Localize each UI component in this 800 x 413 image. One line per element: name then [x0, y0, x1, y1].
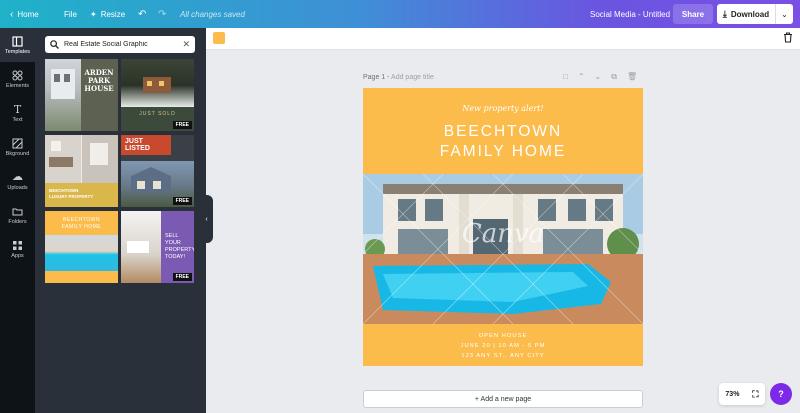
- download-icon: ⤓: [722, 8, 727, 19]
- collapse-panel-button[interactable]: ‹: [200, 195, 213, 243]
- template-text: TODAY!: [165, 254, 185, 260]
- template-text: SELL: [165, 233, 179, 239]
- delete-icon[interactable]: [783, 32, 793, 46]
- resize-button[interactable]: ✦ Resize: [90, 0, 125, 28]
- delete-page-icon[interactable]: 🗑: [627, 72, 637, 82]
- house-photo: [45, 59, 81, 131]
- rail-item-uploads[interactable]: ☁ Uploads: [0, 164, 35, 198]
- redo-button[interactable]: ↷: [158, 0, 166, 28]
- page-tools: □ ⌃ ⌄ ⧉ 🗑: [563, 72, 637, 82]
- info-line-1[interactable]: OPEN HOUSE: [363, 333, 643, 339]
- template-thumbnail[interactable]: JUST LISTED FREE: [121, 135, 194, 207]
- search-icon: [50, 40, 59, 49]
- template-thumbnail[interactable]: SELL YOUR PROPERTY TODAY! FREE: [121, 211, 194, 283]
- title-line-2[interactable]: FAMILY HOME: [363, 143, 643, 161]
- template-text: FAMILY HOME: [61, 224, 102, 230]
- rail-item-templates[interactable]: Templates: [0, 28, 35, 62]
- template-thumbnail[interactable]: BEECHTOWN FAMILY HOME: [45, 211, 118, 283]
- fullscreen-icon[interactable]: ⛶: [752, 389, 758, 400]
- free-badge: FREE: [172, 121, 192, 129]
- info-line-2[interactable]: JUNE 20 | 10 AM - 5 PM: [363, 343, 643, 349]
- file-menu[interactable]: File: [64, 0, 77, 28]
- interior-photo: [121, 211, 161, 283]
- clear-search-icon[interactable]: ✕: [182, 39, 190, 50]
- move-up-icon[interactable]: ⌃: [578, 72, 585, 82]
- template-thumbnail[interactable]: BEECHTOWN LUXURY PROPERTY: [45, 135, 118, 207]
- side-rail: Templates Elements T Text Bkground ☁ Upl…: [0, 28, 35, 413]
- color-swatch[interactable]: [213, 32, 225, 44]
- page-label[interactable]: Page 1 - Add page title: [363, 74, 434, 81]
- design-page[interactable]: New property alert! BEECHTOWN FAMILY HOM…: [363, 88, 643, 366]
- template-icon: [12, 35, 23, 47]
- free-badge: FREE: [172, 273, 192, 281]
- pool-photo: [45, 235, 118, 271]
- document-title[interactable]: Social Media - Untitled: [590, 0, 670, 28]
- watermark-text: Canva: [462, 219, 544, 249]
- rail-item-text[interactable]: T Text: [0, 96, 35, 130]
- template-thumbnail[interactable]: JUST SOLD FREE: [121, 59, 194, 131]
- download-button[interactable]: ⤓ Download: [717, 4, 775, 24]
- download-options-button[interactable]: ⌄: [775, 4, 793, 24]
- zoom-level[interactable]: 73%: [725, 391, 739, 398]
- add-page-button[interactable]: + Add a new page: [363, 390, 643, 408]
- template-text: LUXURY PROPERTY: [49, 194, 94, 199]
- template-search[interactable]: ✕: [45, 36, 195, 53]
- folder-icon: [12, 208, 23, 215]
- move-down-icon[interactable]: ⌄: [595, 72, 602, 82]
- undo-icon: ↶: [138, 8, 147, 20]
- duplicate-icon[interactable]: ⧉: [611, 72, 617, 82]
- top-bar: ‹ Home File ✦ Resize ↶ ↷ All changes sav…: [0, 0, 800, 28]
- chevron-left-icon: ‹: [10, 8, 14, 20]
- template-text: PROPERTY: [165, 247, 194, 253]
- text-icon: T: [13, 102, 22, 116]
- template-text: BEECHTOWN: [63, 217, 100, 223]
- alert-text[interactable]: New property alert!: [363, 104, 643, 113]
- rail-item-apps[interactable]: Apps: [0, 232, 35, 266]
- search-input[interactable]: [64, 41, 178, 48]
- magic-icon: ✦: [90, 9, 97, 19]
- rail-item-elements[interactable]: Elements: [0, 62, 35, 96]
- info-line-3[interactable]: 123 ANY ST., ANY CITY: [363, 353, 643, 359]
- zoom-control[interactable]: 73% ⛶: [719, 383, 765, 405]
- templates-panel: ✕ ARDEN PARK HOUSE JUST SOLD FREE: [35, 28, 206, 413]
- template-text: YOUR: [165, 240, 181, 246]
- interior-photo: [82, 135, 118, 183]
- template-text: HOUSE: [84, 84, 114, 93]
- chevron-left-icon: ‹: [205, 215, 208, 223]
- background-icon: [12, 138, 23, 148]
- page-title-placeholder[interactable]: Add page title: [391, 74, 434, 81]
- template-text: JUST SOLD: [139, 111, 176, 117]
- template-text: JUST LISTED: [121, 135, 171, 155]
- comment-icon[interactable]: □: [563, 72, 568, 82]
- help-button[interactable]: ?: [770, 383, 792, 405]
- save-status: All changes saved: [180, 9, 245, 19]
- redo-icon: ↷: [158, 8, 167, 20]
- house-photo: [121, 59, 194, 107]
- title-line-1[interactable]: BEECHTOWN: [363, 123, 643, 141]
- interior-photo: [45, 135, 81, 183]
- home-button[interactable]: ‹ Home: [10, 0, 39, 28]
- editor-toolbar: [206, 28, 800, 50]
- undo-button[interactable]: ↶: [138, 0, 146, 28]
- upload-icon: ☁: [12, 170, 23, 183]
- rail-item-folders[interactable]: Folders: [0, 198, 35, 232]
- share-button[interactable]: Share: [673, 4, 713, 24]
- rail-item-background[interactable]: Bkground: [0, 130, 35, 164]
- chevron-down-icon: ⌄: [781, 9, 788, 19]
- house-pool-photo[interactable]: Canva: [363, 174, 643, 324]
- template-thumbnail[interactable]: ARDEN PARK HOUSE: [45, 59, 118, 131]
- apps-icon: [13, 240, 22, 250]
- free-badge: FREE: [172, 197, 192, 205]
- elements-icon: [12, 70, 23, 80]
